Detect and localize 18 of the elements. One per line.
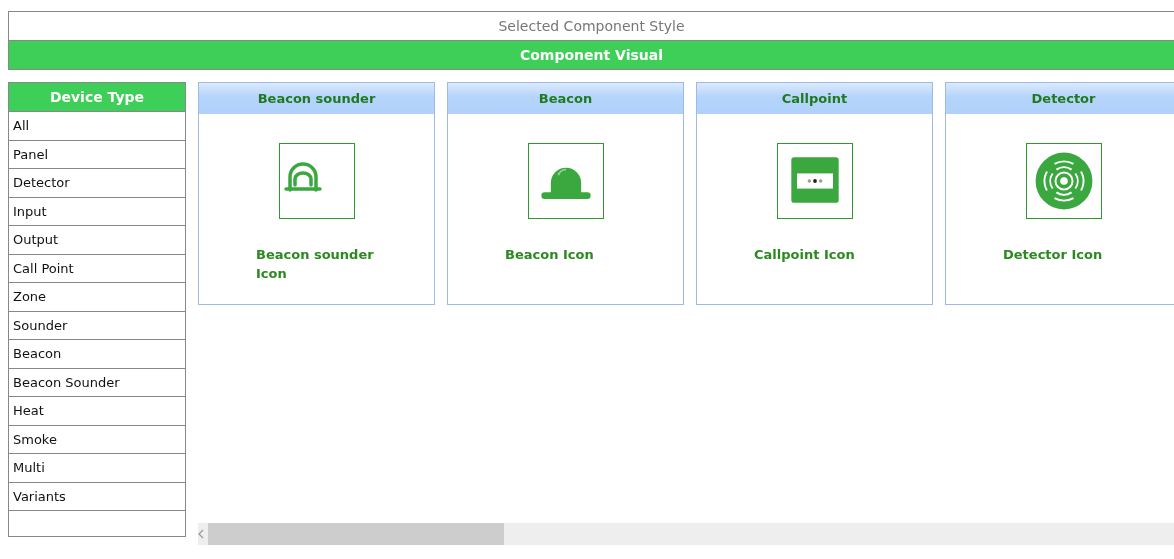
panel-title: Selected Component Style bbox=[497, 17, 686, 36]
card-title: Callpoint bbox=[697, 83, 932, 114]
component-card[interactable]: Beacon Beacon Icon bbox=[447, 82, 684, 305]
component-card[interactable]: Beacon sounder Beacon sounder Icon bbox=[198, 82, 435, 305]
list-header: Device Type bbox=[9, 83, 185, 112]
section-header: Component Visual bbox=[9, 40, 1174, 69]
card-caption: Detector Icon bbox=[1003, 246, 1104, 264]
beacon-sounder-icon bbox=[283, 162, 322, 192]
scrollbar-thumb[interactable] bbox=[208, 523, 504, 545]
card-title: Detector bbox=[946, 83, 1174, 114]
card-caption: Callpoint Icon bbox=[754, 246, 856, 264]
card-title: Beacon bbox=[448, 83, 683, 114]
horizontal-scrollbar[interactable] bbox=[198, 523, 1174, 545]
component-card[interactable]: Detector Detector Icon bbox=[945, 82, 1174, 305]
card-caption: Beacon sounder Icon bbox=[256, 246, 375, 283]
card-title: Beacon sounder bbox=[199, 83, 434, 114]
card-caption: Beacon Icon bbox=[505, 246, 595, 264]
component-card[interactable]: Callpoint Callpoint Icon bbox=[696, 82, 933, 305]
